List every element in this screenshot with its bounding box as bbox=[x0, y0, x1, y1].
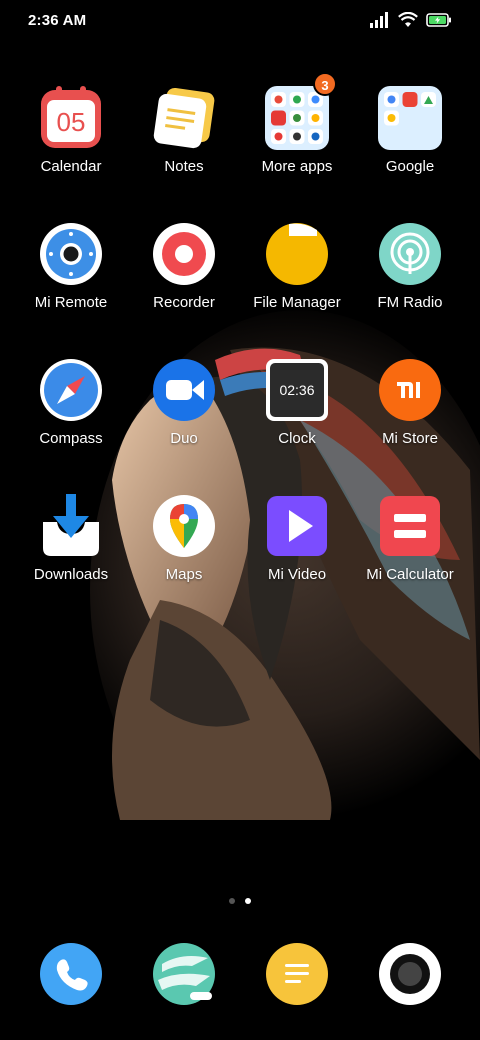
app-label: Recorder bbox=[153, 294, 215, 311]
app-label: Mi Video bbox=[267, 566, 327, 583]
app-mi-calculator[interactable]: Mi Calculator bbox=[354, 494, 466, 583]
folder-icon: 3 bbox=[265, 72, 337, 150]
app-label: File Manager bbox=[253, 294, 341, 311]
app-maps[interactable]: Maps bbox=[128, 494, 240, 583]
compass-icon bbox=[39, 358, 103, 422]
status-time: 2:36 AM bbox=[28, 12, 87, 29]
app-recorder[interactable]: Recorder bbox=[128, 222, 240, 311]
map-pin-icon bbox=[152, 494, 216, 558]
notes-icon bbox=[152, 86, 216, 150]
app-label: Google bbox=[385, 158, 435, 175]
app-mi-store[interactable]: Mi Store bbox=[354, 358, 466, 447]
app-downloads[interactable]: Downloads bbox=[15, 494, 127, 583]
calendar-icon: 05 bbox=[39, 86, 103, 150]
app-calendar[interactable]: 05 Calendar bbox=[15, 86, 127, 175]
app-file-manager[interactable]: File Manager bbox=[241, 222, 353, 311]
app-label: Duo bbox=[170, 430, 198, 447]
signal-icon bbox=[370, 12, 388, 28]
status-bar: 2:36 AM bbox=[0, 0, 480, 44]
folder-icon bbox=[378, 86, 442, 150]
notification-badge: 3 bbox=[313, 72, 337, 96]
page-dot[interactable] bbox=[229, 898, 235, 904]
play-icon bbox=[265, 494, 329, 558]
video-call-icon bbox=[152, 358, 216, 422]
remote-icon bbox=[39, 222, 103, 286]
app-label: Notes bbox=[164, 158, 204, 175]
recorder-icon bbox=[152, 222, 216, 286]
dock-messaging[interactable] bbox=[241, 942, 353, 1006]
app-notes[interactable]: Notes bbox=[128, 86, 240, 175]
app-fm-radio[interactable]: FM Radio bbox=[354, 222, 466, 311]
app-label: Mi Calculator bbox=[366, 566, 454, 583]
app-label: Compass bbox=[39, 430, 103, 447]
radio-icon bbox=[378, 222, 442, 286]
app-clock[interactable]: 02:36 Clock bbox=[241, 358, 353, 447]
camera-icon bbox=[378, 942, 442, 1006]
app-folder-more-apps[interactable]: 3 More apps bbox=[241, 72, 353, 175]
app-label: More apps bbox=[261, 158, 333, 175]
gallery-icon bbox=[152, 942, 216, 1006]
app-label: Calendar bbox=[40, 158, 102, 175]
app-label: Maps bbox=[165, 566, 203, 583]
clock-time: 02:36 bbox=[279, 382, 314, 398]
download-icon bbox=[39, 494, 103, 558]
file-manager-icon bbox=[265, 222, 329, 286]
dock-phone[interactable] bbox=[15, 942, 127, 1006]
app-label: Clock bbox=[278, 430, 316, 447]
app-compass[interactable]: Compass bbox=[15, 358, 127, 447]
page-indicator bbox=[0, 898, 480, 904]
wifi-icon bbox=[398, 12, 418, 27]
app-label: Mi Store bbox=[382, 430, 438, 447]
dock-camera[interactable] bbox=[354, 942, 466, 1006]
calendar-day: 05 bbox=[57, 107, 86, 137]
app-label: FM Radio bbox=[377, 294, 443, 311]
app-mi-video[interactable]: Mi Video bbox=[241, 494, 353, 583]
phone-icon bbox=[39, 942, 103, 1006]
app-label: Downloads bbox=[33, 566, 109, 583]
battery-charging-icon bbox=[426, 13, 451, 27]
app-mi-remote[interactable]: Mi Remote bbox=[15, 222, 127, 311]
app-label: Mi Remote bbox=[34, 294, 108, 311]
messaging-icon bbox=[265, 942, 329, 1006]
clock-icon: 02:36 bbox=[265, 358, 329, 422]
status-icons bbox=[370, 12, 452, 28]
app-duo[interactable]: Duo bbox=[128, 358, 240, 447]
calculator-icon bbox=[378, 494, 442, 558]
page-dot-active[interactable] bbox=[245, 898, 251, 904]
app-folder-google[interactable]: Google bbox=[354, 86, 466, 175]
mi-logo-icon bbox=[378, 358, 442, 422]
dock-gallery[interactable] bbox=[128, 942, 240, 1006]
